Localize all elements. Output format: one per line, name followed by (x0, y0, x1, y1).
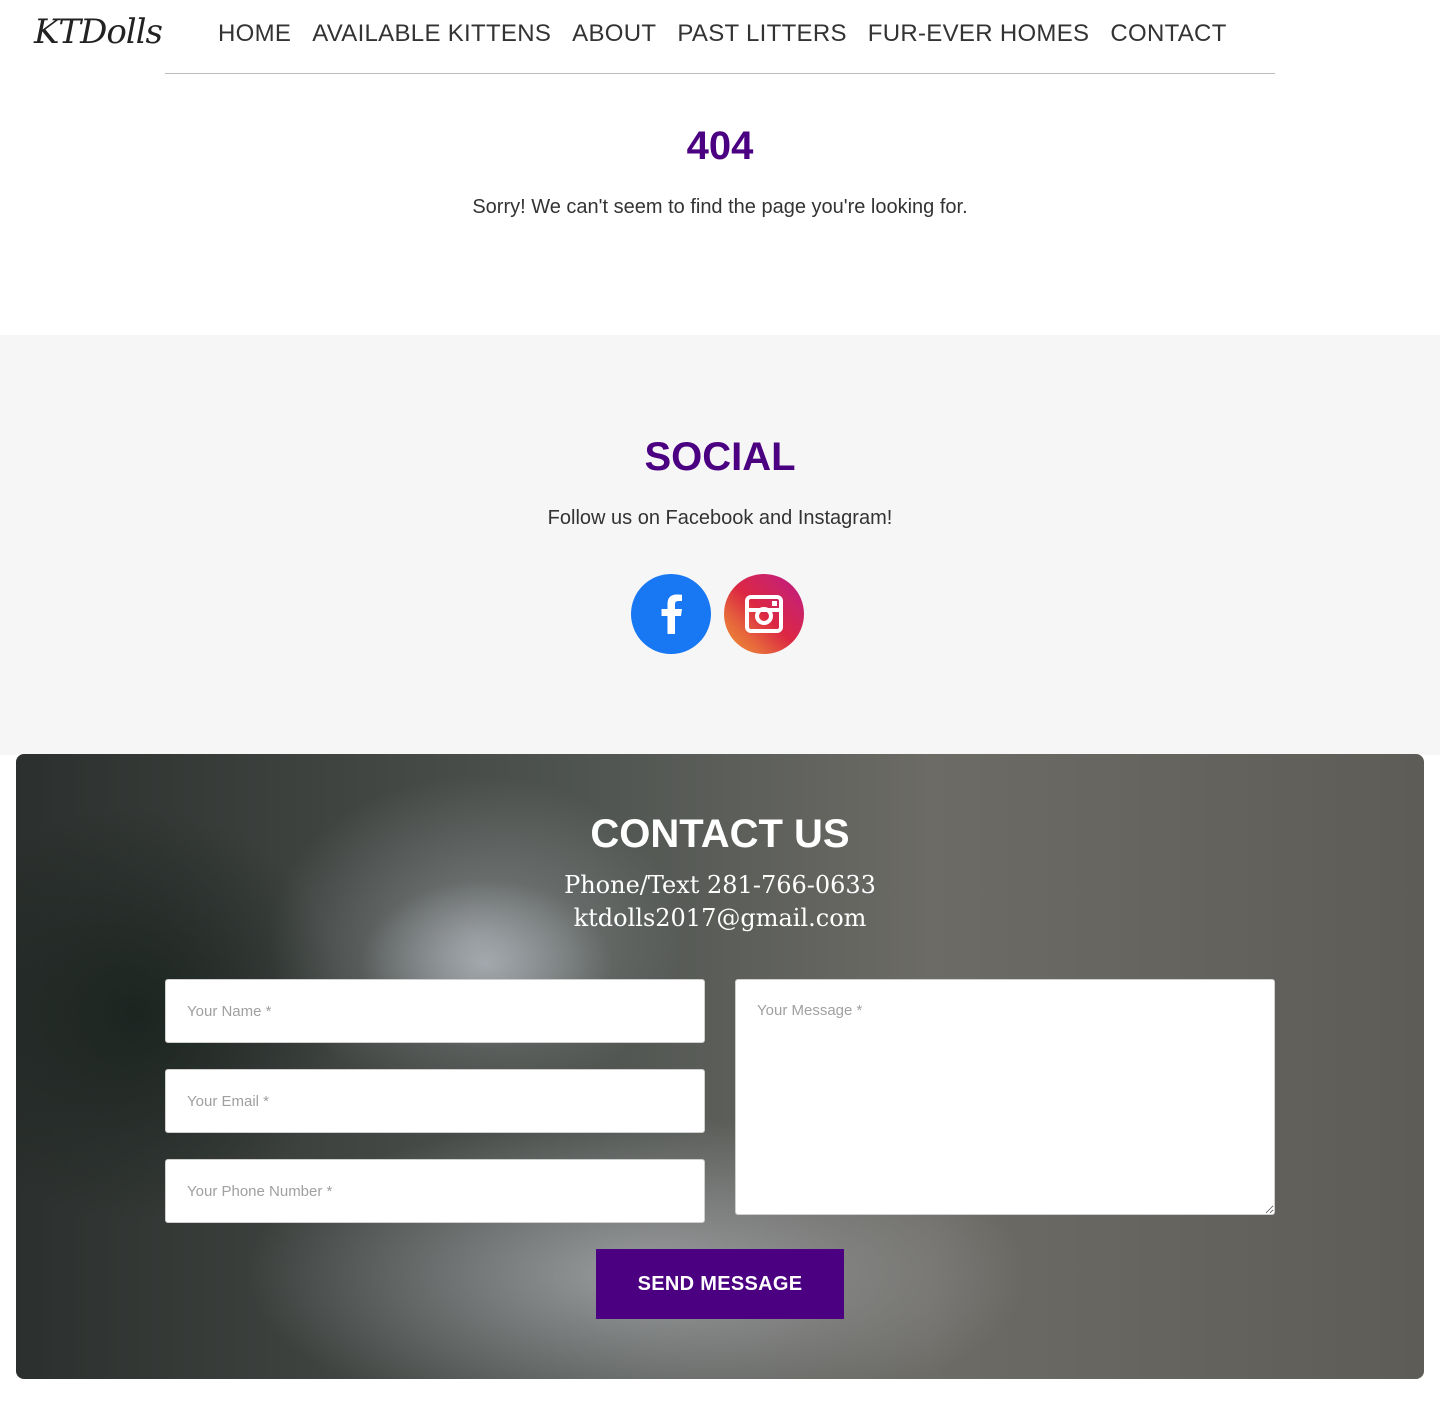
instagram-button[interactable] (724, 574, 804, 654)
error-code: 404 (686, 124, 754, 168)
social-title: SOCIAL (644, 435, 796, 479)
contact-email: ktdolls2017@gmail.com (573, 904, 867, 932)
social-text: Follow us on Facebook and Instagram! (547, 507, 893, 529)
site-logo[interactable]: KTDolls (34, 12, 163, 52)
nav-fur-ever-homes[interactable]: FUR-EVER HOMES (868, 20, 1090, 48)
contact-section: CONTACT US Phone/Text 281-766-0633 ktdol… (16, 754, 1424, 1379)
send-message-button[interactable]: SEND MESSAGE (596, 1249, 844, 1319)
nav-past-litters[interactable]: PAST LITTERS (677, 20, 846, 48)
email-field[interactable] (165, 1069, 705, 1133)
instagram-icon (745, 595, 783, 633)
nav-about[interactable]: ABOUT (572, 20, 656, 48)
nav-home[interactable]: HOME (218, 20, 291, 48)
contact-phone: Phone/Text 281-766-0633 (564, 871, 876, 899)
nav-contact[interactable]: CONTACT (1110, 20, 1226, 48)
contact-title: CONTACT US (590, 812, 850, 856)
main-nav: HOME AVAILABLE KITTENS ABOUT PAST LITTER… (218, 20, 1227, 48)
message-field[interactable] (735, 979, 1275, 1215)
phone-field[interactable] (165, 1159, 705, 1223)
social-section: SOCIAL Follow us on Facebook and Instagr… (0, 335, 1440, 755)
facebook-button[interactable] (631, 574, 711, 654)
site-header: KTDolls HOME AVAILABLE KITTENS ABOUT PAS… (0, 0, 1440, 76)
error-message: Sorry! We can't seem to find the page yo… (472, 196, 968, 218)
facebook-icon (661, 594, 682, 634)
nav-available-kittens[interactable]: AVAILABLE KITTENS (312, 20, 551, 48)
name-field[interactable] (165, 979, 705, 1043)
nav-divider (165, 73, 1275, 74)
